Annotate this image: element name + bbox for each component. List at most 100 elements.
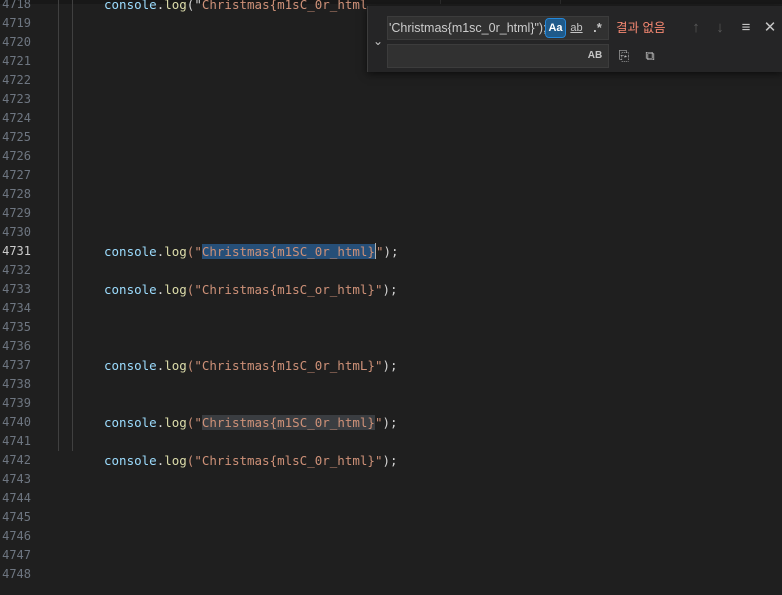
code-line[interactable]: 4747 — [0, 546, 782, 565]
find-widget: ⌄ 'Christmas{m1sc_0r_html}"); Aa ab .* 결… — [367, 6, 782, 72]
line-number: 4723 — [2, 92, 31, 106]
code-token: log — [164, 0, 187, 12]
code-token: console — [104, 453, 157, 468]
find-input-box: 'Christmas{m1sc_0r_html}"); Aa ab .* — [387, 16, 609, 40]
selected-text: Christmas{m1SC_0r_html} — [201, 244, 375, 259]
replace-all-icon[interactable]: ⧉ — [639, 44, 661, 68]
code-line[interactable]: 4742 console.log("Christmas{mlsC_0r_html}… — [0, 451, 782, 470]
code-token: log — [164, 244, 187, 259]
use-regex-toggle[interactable]: .* — [588, 19, 607, 37]
previous-match-icon[interactable]: ↑ — [685, 16, 707, 40]
code-token: Christmas{m1sC_0r_html — [201, 0, 368, 12]
code-token: ); — [382, 415, 398, 430]
line-number: 4739 — [2, 396, 31, 410]
line-number: 4738 — [2, 377, 31, 391]
line-number: 4743 — [2, 472, 31, 486]
line-number: 4722 — [2, 73, 31, 87]
code-line[interactable]: 4729 — [0, 204, 782, 223]
line-number: 4742 — [2, 453, 31, 467]
code-line[interactable]: 4734 — [0, 299, 782, 318]
code-line[interactable]: 4730 — [0, 223, 782, 242]
code-line[interactable]: 4724 — [0, 109, 782, 128]
code-token: ); — [383, 244, 399, 259]
line-number: 4726 — [2, 149, 31, 163]
code-line[interactable]: 4731 console.log("Christmas{m1SC_0r_html}… — [0, 242, 782, 261]
replace-icon[interactable]: ⎘ — [613, 44, 635, 68]
line-number: 4748 — [2, 567, 31, 581]
match-status-text: 결과 없음 — [616, 21, 666, 35]
code-line[interactable]: 4736 — [0, 337, 782, 356]
code-line[interactable]: 4733 console.log("Christmas{m1sC_or_html}… — [0, 280, 782, 299]
line-number: 4735 — [2, 320, 31, 334]
line-number: 4724 — [2, 111, 31, 125]
code-line[interactable]: 4748 — [0, 565, 782, 584]
code-line[interactable]: 4735 — [0, 318, 782, 337]
code-token: (" — [186, 0, 202, 12]
code-line[interactable]: 4723 — [0, 90, 782, 109]
find-in-selection-icon[interactable]: ≡ — [735, 16, 757, 40]
code-token: log — [164, 282, 187, 297]
code-line[interactable]: 4741 — [0, 432, 782, 451]
close-icon[interactable]: ✕ — [759, 16, 781, 40]
code-line[interactable]: 4732 — [0, 261, 782, 280]
next-match-icon[interactable]: ↓ — [709, 16, 731, 40]
code-line[interactable]: 4737 console.log("Christmas{m1sC_0r_htmL}… — [0, 356, 782, 375]
line-number: 4737 — [2, 358, 31, 372]
line-number: 4731 — [2, 244, 31, 258]
line-number: 4728 — [2, 187, 31, 201]
code-line[interactable]: 4745 — [0, 508, 782, 527]
code-editor[interactable]: 4718 console.log("Christmas{m1sC_0r_html 4… — [0, 0, 782, 595]
code-token: log — [164, 415, 187, 430]
line-number: 4734 — [2, 301, 31, 315]
code-line[interactable]: 4740 console.log("Christmas{m1SC_0r_html}… — [0, 413, 782, 432]
code-token: (" — [186, 244, 202, 259]
code-line[interactable]: 4722 — [0, 71, 782, 90]
line-number: 4741 — [2, 434, 31, 448]
code-token: ("Christmas{m1sC_or_html}" — [186, 282, 383, 297]
match-whole-word-toggle[interactable]: ab — [567, 19, 586, 37]
line-number: 4718 — [2, 0, 31, 11]
code-token: console — [104, 358, 157, 373]
match-case-toggle[interactable]: Aa — [545, 18, 566, 38]
line-number: 4736 — [2, 339, 31, 353]
line-number: 4729 — [2, 206, 31, 220]
line-number: 4747 — [2, 548, 31, 562]
line-number: 4719 — [2, 16, 31, 30]
code-line[interactable]: 4738 — [0, 375, 782, 394]
line-number: 4727 — [2, 168, 31, 182]
code-token: log — [164, 453, 187, 468]
replace-input-box: AB — [387, 44, 609, 68]
line-number: 4733 — [2, 282, 31, 296]
line-number: 4730 — [2, 225, 31, 239]
preserve-case-toggle[interactable]: AB — [585, 47, 605, 65]
line-number: 4721 — [2, 54, 31, 68]
code-line[interactable]: 4725 — [0, 128, 782, 147]
code-line[interactable]: 4744 — [0, 489, 782, 508]
code-token: ("Christmas{m1sC_0r_htmL}" — [186, 358, 383, 373]
line-number: 4740 — [2, 415, 31, 429]
code-line[interactable]: 4739 — [0, 394, 782, 413]
code-token: console — [104, 0, 157, 12]
code-token: (" — [186, 415, 202, 430]
find-input[interactable]: 'Christmas{m1sc_0r_html}"); — [388, 17, 547, 39]
code-text: console.log("Christmas{m1sC_0r_html — [104, 0, 367, 14]
code-line[interactable]: 4746 — [0, 527, 782, 546]
code-token: console — [104, 415, 157, 430]
code-token: ); — [382, 282, 398, 297]
code-token: log — [164, 358, 187, 373]
code-text: console.log("Christmas{m1SC_0r_html}"); — [104, 413, 398, 432]
code-token: console — [104, 244, 157, 259]
chevron-down-icon[interactable]: ⌄ — [370, 32, 386, 50]
line-number: 4744 — [2, 491, 31, 505]
replace-input[interactable] — [388, 45, 581, 67]
code-line[interactable]: 4728 — [0, 185, 782, 204]
code-line[interactable]: 4727 — [0, 166, 782, 185]
code-text: console.log("Christmas{m1sC_or_html}"); — [104, 280, 398, 299]
code-text: console.log("Christmas{m1sC_0r_htmL}"); — [104, 356, 398, 375]
code-text: console.log("Christmas{m1SC_0r_html}"); — [104, 242, 399, 261]
line-number: 4720 — [2, 35, 31, 49]
code-line[interactable]: 4743 — [0, 470, 782, 489]
line-number: 4725 — [2, 130, 31, 144]
code-token: console — [104, 282, 157, 297]
code-line[interactable]: 4726 — [0, 147, 782, 166]
